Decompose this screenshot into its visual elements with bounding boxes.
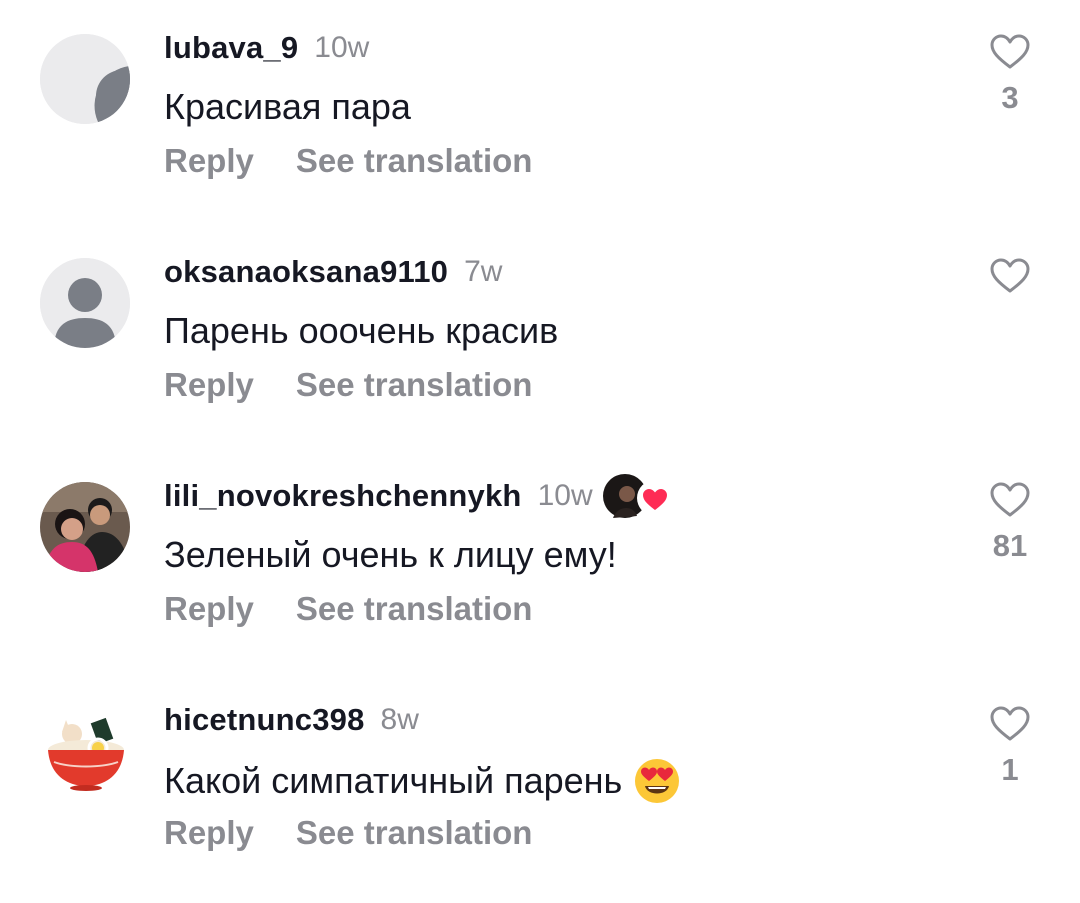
avatar[interactable] (40, 482, 130, 572)
liked-by-creator-badge (602, 472, 675, 520)
comment-time: 8w (380, 703, 419, 736)
comment-meta: hicetnunc398 8w (164, 700, 419, 740)
comment-time: 10w (314, 31, 370, 64)
see-translation-button[interactable]: See translation (296, 142, 533, 180)
like-count: 3 (1001, 80, 1019, 115)
comment-time: 10w (537, 479, 593, 512)
heart-eyes-emoji (635, 759, 680, 803)
username[interactable]: oksanaoksana9110 (164, 254, 448, 290)
avatar[interactable] (40, 34, 130, 124)
like-count (986, 304, 1034, 340)
comment-text: Зеленый очень к лицу ему! (164, 534, 617, 575)
comment-actions: Reply See translation (164, 590, 532, 628)
comment-text: Красивая пара (164, 86, 411, 127)
comment-actions: Reply See translation (164, 142, 532, 180)
comment-actions: Reply See translation (164, 366, 532, 404)
comment-meta: lubava_9 10w (164, 28, 369, 68)
reply-button[interactable]: Reply (164, 366, 254, 404)
comment-item: lubava_9 10w Красивая пара Reply See tra… (0, 0, 1080, 224)
like-button[interactable]: 81 (986, 482, 1034, 564)
like-button[interactable]: 1 (986, 706, 1034, 788)
comment-meta: lili_novokreshchennykh 10w (164, 474, 675, 518)
comment-meta: oksanaoksana9110 7w (164, 252, 502, 292)
comment-list: lubava_9 10w Красивая пара Reply See tra… (0, 0, 1080, 903)
partial-circle-icon (40, 34, 130, 124)
heart-outline-icon (990, 258, 1030, 293)
reply-button[interactable]: Reply (164, 590, 254, 628)
like-button[interactable] (986, 258, 1034, 340)
reply-button[interactable]: Reply (164, 814, 254, 852)
couple-photo (40, 482, 130, 572)
username[interactable]: lili_novokreshchennykh (164, 478, 522, 514)
see-translation-button[interactable]: See translation (296, 590, 533, 628)
see-translation-button[interactable]: See translation (296, 814, 533, 852)
username[interactable]: hicetnunc398 (164, 702, 365, 738)
comment-time: 7w (464, 255, 503, 288)
heart-outline-icon (990, 482, 1030, 517)
like-button[interactable]: 3 (986, 34, 1034, 116)
comment-item: hicetnunc398 8w Какой симпатичный парень… (0, 672, 1080, 896)
avatar[interactable] (40, 706, 130, 796)
comment-text: Парень ооочень красив (164, 310, 559, 351)
default-user-icon (40, 258, 130, 348)
heart-outline-icon (990, 706, 1030, 741)
comment-text: Какой симпатичный парень (164, 760, 623, 801)
avatar[interactable] (40, 258, 130, 348)
heart-outline-icon (990, 34, 1030, 69)
ramen-bowl-illustration (40, 706, 130, 796)
comment-actions: Reply See translation (164, 814, 532, 852)
comment-text-row: Какой симпатичный парень (164, 758, 680, 804)
like-count: 81 (992, 528, 1028, 563)
comment-item: oksanaoksana9110 7w Парень ооочень краси… (0, 224, 1080, 448)
like-count: 1 (1001, 752, 1019, 787)
comment-item: lili_novokreshchennykh 10w Зеленый очень… (0, 448, 1080, 672)
reply-button[interactable]: Reply (164, 142, 254, 180)
username[interactable]: lubava_9 (164, 30, 298, 66)
see-translation-button[interactable]: See translation (296, 366, 533, 404)
